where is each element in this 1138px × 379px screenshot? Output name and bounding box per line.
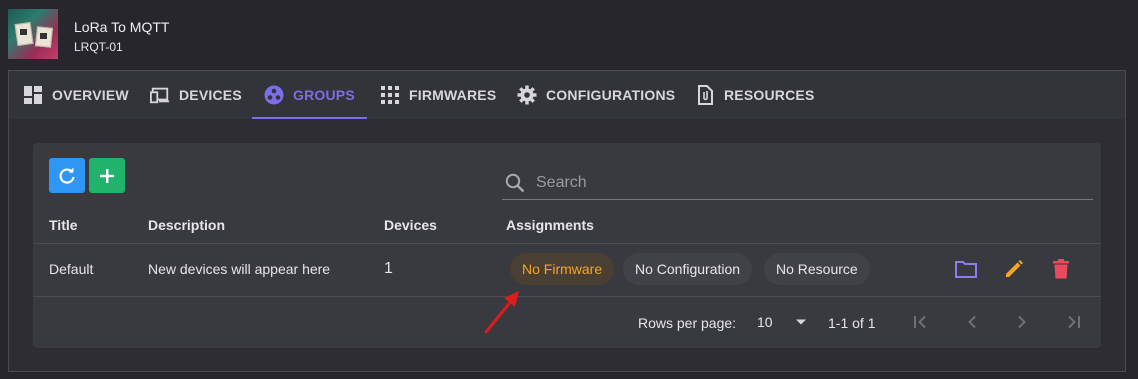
tab-label: GROUPS bbox=[293, 87, 355, 103]
column-header-description[interactable]: Description bbox=[148, 217, 225, 233]
chevron-left-icon bbox=[968, 315, 976, 329]
delete-button[interactable] bbox=[1048, 256, 1074, 282]
first-page-icon bbox=[914, 315, 926, 329]
tab-label: CONFIGURATIONS bbox=[546, 87, 676, 103]
rows-per-page-select[interactable]: 10 bbox=[755, 307, 807, 337]
apps-grid-icon bbox=[381, 86, 399, 104]
tab-label: FIRMWARES bbox=[409, 87, 497, 103]
tab-label: RESOURCES bbox=[724, 87, 815, 103]
file-attachment-icon bbox=[698, 85, 713, 105]
dashboard-icon bbox=[24, 86, 42, 104]
header-divider bbox=[33, 243, 1101, 244]
column-header-devices[interactable]: Devices bbox=[384, 217, 437, 233]
app-header: LoRa To MQTT LRQT-01 bbox=[0, 0, 1138, 70]
row-divider bbox=[33, 296, 1101, 297]
tab-label: OVERVIEW bbox=[52, 87, 129, 103]
cell-devices: 1 bbox=[384, 260, 393, 277]
chevron-down-icon bbox=[796, 319, 806, 325]
previous-page-button[interactable] bbox=[959, 309, 985, 335]
tab-firmwares[interactable]: FIRMWARES bbox=[380, 71, 496, 119]
groups-table-card: Title Description Devices Assignments De… bbox=[33, 143, 1101, 348]
devices-icon bbox=[150, 87, 170, 104]
firmware-assignment-chip[interactable]: No Firmware bbox=[510, 253, 615, 285]
folder-icon bbox=[955, 261, 977, 278]
plus-icon bbox=[100, 168, 114, 183]
device-thumbnail bbox=[8, 9, 58, 59]
last-page-icon bbox=[1068, 315, 1080, 329]
rows-per-page-value: 10 bbox=[757, 314, 773, 330]
tab-groups[interactable]: GROUPS bbox=[252, 71, 367, 119]
tab-bar: OVERVIEW DEVICES GROUPS FIRMWARES CONFIG… bbox=[9, 71, 1125, 119]
resource-assignment-chip[interactable]: No Resource bbox=[764, 253, 870, 285]
column-header-assignments[interactable]: Assignments bbox=[506, 217, 594, 233]
trash-icon bbox=[1053, 259, 1069, 279]
groups-icon bbox=[264, 85, 284, 105]
cell-title: Default bbox=[49, 261, 94, 277]
configuration-assignment-chip[interactable]: No Configuration bbox=[623, 253, 753, 285]
main-panel: OVERVIEW DEVICES GROUPS FIRMWARES CONFIG… bbox=[8, 70, 1126, 372]
column-header-title[interactable]: Title bbox=[49, 217, 78, 233]
tab-resources[interactable]: RESOURCES bbox=[695, 71, 814, 119]
search-field[interactable] bbox=[502, 167, 1093, 200]
first-page-button[interactable] bbox=[907, 309, 933, 335]
search-input[interactable] bbox=[536, 174, 1036, 192]
tab-devices[interactable]: DEVICES bbox=[150, 71, 242, 119]
add-group-button[interactable] bbox=[89, 158, 125, 193]
gear-icon bbox=[517, 85, 537, 105]
refresh-icon bbox=[59, 167, 75, 184]
tab-configurations[interactable]: CONFIGURATIONS bbox=[517, 71, 675, 119]
cell-description: New devices will appear here bbox=[148, 261, 331, 277]
tab-label: DEVICES bbox=[179, 87, 242, 103]
chevron-right-icon bbox=[1018, 315, 1026, 329]
pencil-icon bbox=[1006, 260, 1023, 277]
search-icon bbox=[505, 173, 525, 193]
open-folder-button[interactable] bbox=[953, 256, 979, 282]
edit-button[interactable] bbox=[1001, 256, 1027, 282]
pagination-range: 1-1 of 1 bbox=[828, 315, 876, 331]
tab-overview[interactable]: OVERVIEW bbox=[23, 71, 129, 119]
app-subtitle: LRQT-01 bbox=[74, 40, 123, 54]
refresh-button[interactable] bbox=[49, 158, 85, 193]
next-page-button[interactable] bbox=[1009, 309, 1035, 335]
app-title: LoRa To MQTT bbox=[74, 19, 170, 35]
rows-per-page-label: Rows per page: bbox=[638, 315, 737, 331]
last-page-button[interactable] bbox=[1061, 309, 1087, 335]
annotation-arrow bbox=[484, 291, 519, 334]
